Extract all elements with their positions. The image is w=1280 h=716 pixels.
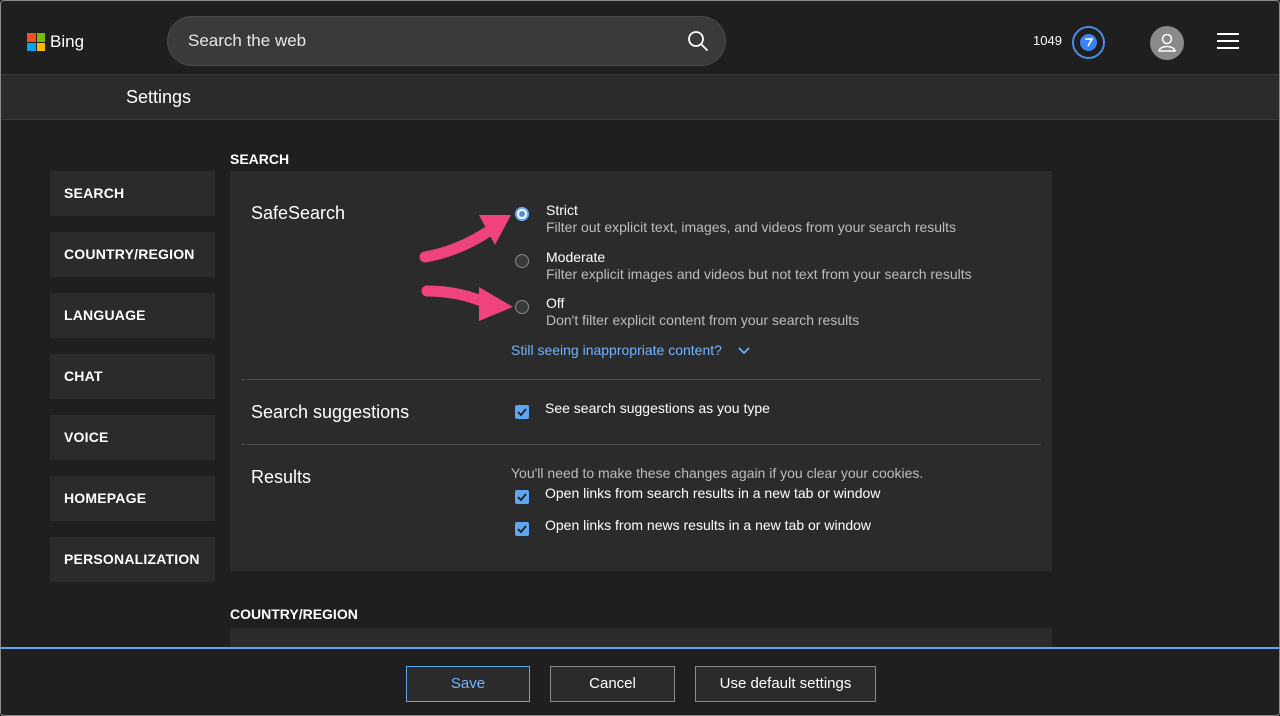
search-suggestions-checkbox-label: See search suggestions as you type <box>545 400 770 416</box>
search-box[interactable] <box>167 16 726 66</box>
inappropriate-content-link[interactable]: Still seeing inappropriate content? <box>511 342 722 358</box>
bing-logo[interactable]: Bing <box>27 32 84 52</box>
user-avatar-icon[interactable] <box>1150 26 1184 60</box>
checkbox-search-suggestions[interactable] <box>515 405 529 419</box>
top-header: Bing 1049 <box>1 1 1279 75</box>
microsoft-logo-icon <box>27 33 45 51</box>
search-suggestions-label: Search suggestions <box>251 402 410 422</box>
divider <box>241 379 1041 380</box>
cancel-button[interactable]: Cancel <box>550 666 675 702</box>
checkbox-search-results-new-tab[interactable] <box>515 490 529 504</box>
use-default-settings-button[interactable]: Use default settings <box>695 666 876 702</box>
search-icon[interactable] <box>687 30 709 52</box>
browser-frame: Bing 1049 Settings <box>0 0 1280 716</box>
nav-item-personalization[interactable]: PERSONALIZATION <box>50 537 215 582</box>
logo-text: Bing <box>50 32 85 51</box>
search-settings-panel: SafeSearch Strict Filter out explicit te… <box>230 171 1052 571</box>
annotation-arrow-icon <box>419 215 511 263</box>
rewards-badge-icon[interactable] <box>1072 26 1105 59</box>
option-moderate-desc: Filter explicit images and videos but no… <box>546 266 972 282</box>
nav-item-homepage[interactable]: HOMEPAGE <box>50 476 215 521</box>
search-input[interactable] <box>188 17 668 65</box>
footer-action-bar: Save Cancel Use default settings <box>1 647 1279 715</box>
nav-item-language[interactable]: LANGUAGE <box>50 293 215 338</box>
option-strict-desc: Filter out explicit text, images, and vi… <box>546 219 957 235</box>
safesearch-label: SafeSearch <box>251 203 346 223</box>
divider <box>241 444 1041 445</box>
radio-strict[interactable] <box>515 207 529 221</box>
settings-bar: Settings <box>1 75 1279 120</box>
menu-icon[interactable] <box>1217 33 1239 51</box>
search-results-new-tab-label: Open links from search results in a new … <box>545 485 881 501</box>
section-heading-country-region: COUNTRY/REGION <box>230 606 358 622</box>
nav-item-voice[interactable]: VOICE <box>50 415 215 460</box>
results-label: Results <box>251 467 312 487</box>
chevron-down-icon[interactable] <box>738 345 750 355</box>
results-note: You'll need to make these changes again … <box>511 465 924 481</box>
nav-item-chat[interactable]: CHAT <box>50 354 215 399</box>
annotation-arrow-icon <box>421 285 513 321</box>
page-title: Settings <box>126 87 192 107</box>
radio-moderate[interactable] <box>515 254 529 268</box>
nav-item-country-region[interactable]: COUNTRY/REGION <box>50 232 215 277</box>
nav-item-search[interactable]: SEARCH <box>50 171 215 216</box>
save-button[interactable]: Save <box>406 666 530 702</box>
rewards-points: 1049 <box>1033 33 1062 48</box>
checkbox-news-results-new-tab[interactable] <box>515 522 529 536</box>
option-off-desc: Don't filter explicit content from your … <box>546 312 860 328</box>
option-off-title: Off <box>546 295 565 311</box>
news-results-new-tab-label: Open links from news results in a new ta… <box>545 517 872 533</box>
option-strict-title: Strict <box>546 202 578 218</box>
option-moderate-title: Moderate <box>546 249 606 265</box>
radio-off[interactable] <box>515 300 529 314</box>
section-heading-search: SEARCH <box>230 151 290 167</box>
